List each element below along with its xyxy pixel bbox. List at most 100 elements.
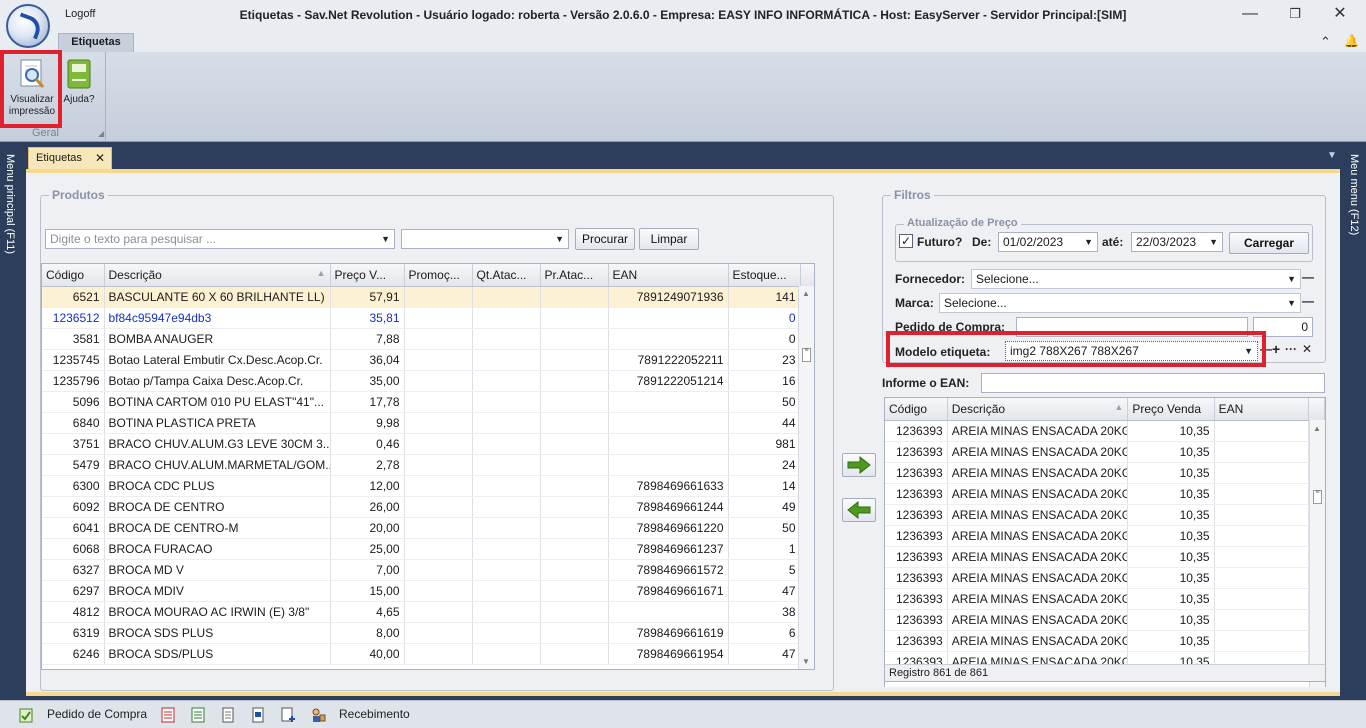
chevron-down-icon[interactable]: ▼ [1209, 235, 1218, 249]
table-row[interactable]: 6041 BROCA DE CENTRO-M 20,00 7898469661220 5… [42, 517, 814, 539]
chevron-down-icon[interactable]: ▼ [1287, 296, 1296, 310]
ean-input[interactable] [981, 373, 1325, 393]
col-promocao[interactable]: Promoç... [404, 264, 473, 287]
add-document-icon[interactable] [280, 707, 296, 723]
add-arrow-button[interactable] [842, 453, 876, 477]
pedido-compra-shortcut[interactable]: Pedido de Compra [47, 707, 147, 723]
table-row[interactable]: 5096 BOTINA CARTOM 010 PU ELAST"41"... 17,… [42, 391, 814, 413]
table-row[interactable]: 6300 BROCA CDC PLUS 12,00 7898469661633 14 [42, 475, 814, 497]
table-row[interactable]: 6840 BOTINA PLASTICA PRETA 9,98 44 [42, 412, 814, 434]
scroll-thumb[interactable]: ≡ [802, 347, 811, 362]
doc-menu-arrow-icon[interactable]: ▼ [1327, 150, 1337, 161]
selecionados-grid[interactable]: Código Descrição ▲ Preço Venda EAN 123639… [884, 397, 1326, 687]
table-row[interactable]: 6327 BROCA MD V 7,00 7898469661572 5 [42, 559, 814, 581]
table-row[interactable]: 1236393 AREIA MINAS ENSACADA 20KG 10,35 [885, 609, 1325, 631]
sel-col-ean[interactable]: EAN [1214, 398, 1309, 421]
marca-select[interactable]: Selecione... ▼ [939, 293, 1301, 313]
chevron-down-icon[interactable]: ▼ [1287, 272, 1296, 286]
report-red-icon[interactable] [160, 707, 176, 723]
table-row[interactable]: 6319 BROCA SDS PLUS 8,00 7898469661619 6 [42, 622, 814, 644]
limpar-button[interactable]: Limpar [639, 228, 699, 250]
futuro-checkbox[interactable]: ✓ [899, 234, 913, 248]
filtros-title: Filtros [891, 188, 934, 202]
fornecedor-clear-icon[interactable]: — [1302, 270, 1314, 284]
chevron-down-icon[interactable]: ▼ [1084, 235, 1093, 249]
menu-principal-panel[interactable]: Menu principal (F11) [0, 142, 22, 700]
recebimento-icon[interactable] [310, 707, 326, 723]
de-date-input[interactable]: 01/02/2023 ▼ [998, 232, 1098, 252]
table-row[interactable]: 1235745 Botao Lateral Embutir Cx.Desc.Aco… [42, 349, 814, 371]
col-descricao[interactable]: Descrição ▲ [104, 264, 331, 287]
table-cell [404, 538, 473, 560]
scroll-up-icon[interactable]: ▲ [802, 289, 810, 298]
table-row[interactable]: 1236393 AREIA MINAS ENSACADA 20KG 10,35 [885, 546, 1325, 568]
table-row[interactable]: 6092 BROCA DE CENTRO 26,00 7898469661244 49 [42, 496, 814, 518]
scroll-up-icon[interactable]: ▲ [1313, 424, 1321, 433]
tab-close-icon[interactable]: ✕ [95, 148, 105, 168]
table-row[interactable]: 1235796 Botao p/Tampa Caixa Desc.Acop.Cr.… [42, 370, 814, 392]
scroll-down-icon[interactable]: ▼ [802, 657, 810, 666]
table-row[interactable]: 1236393 AREIA MINAS ENSACADA 20KG 10,35 [885, 567, 1325, 589]
sel-col-preco[interactable]: Preço Venda [1127, 398, 1215, 421]
table-row[interactable]: 1236393 AREIA MINAS ENSACADA 20KG 10,35 [885, 525, 1325, 547]
remove-arrow-button[interactable] [842, 498, 876, 522]
table-row[interactable]: 6521 BASCULANTE 60 X 60 BRILHANTE LL) 57,9… [42, 286, 814, 308]
table-row[interactable]: 1236393 AREIA MINAS ENSACADA 20KG 10,35 [885, 588, 1325, 610]
table-row[interactable]: 6246 BROCA SDS/PLUS 40,00 7898469661954 47 [42, 643, 814, 665]
col-qt-atacado[interactable]: Qt.Atac... [472, 264, 541, 287]
selecionados-scrollbar[interactable]: ▲ ≡ ▼ [1309, 420, 1325, 687]
pedido-compra-icon[interactable] [18, 707, 34, 723]
sel-col-descricao[interactable]: Descrição ▲ [947, 398, 1129, 421]
carregar-button[interactable]: Carregar [1229, 232, 1309, 254]
col-codigo[interactable]: Código [42, 264, 105, 287]
col-ean[interactable]: EAN [608, 264, 729, 287]
minimize-button[interactable]: — [1236, 4, 1264, 24]
table-row[interactable]: 1236393 AREIA MINAS ENSACADA 20KG 10,35 [885, 483, 1325, 505]
ribbon-collapse-icon[interactable]: ⌃ [1320, 34, 1331, 50]
ate-date-input[interactable]: 22/03/2023 ▼ [1131, 232, 1223, 252]
chevron-down-icon[interactable]: ▼ [555, 232, 564, 246]
recebimento-shortcut[interactable]: Recebimento [339, 707, 410, 723]
col-pr-atacado[interactable]: Pr.Atac... [540, 264, 609, 287]
table-row[interactable]: 6297 BROCA MDIV 15,00 7898469661671 47 [42, 580, 814, 602]
ribbon-tab-etiquetas[interactable]: Etiquetas [58, 33, 134, 52]
tab-etiquetas[interactable]: Etiquetas ✕ [28, 147, 112, 169]
chevron-down-icon[interactable]: ▼ [381, 232, 390, 246]
sel-col-codigo[interactable]: Código [885, 398, 948, 421]
app-logo-icon[interactable] [6, 4, 50, 48]
table-row[interactable]: 3581 BOMBA ANAUGER 7,88 0 [42, 328, 814, 350]
table-row[interactable]: 1236393 AREIA MINAS ENSACADA 20KG 10,35 [885, 504, 1325, 526]
modelo-remove-icon[interactable]: ✕ [1302, 342, 1312, 356]
modelo-more-icon[interactable]: ··· [1285, 342, 1297, 356]
produtos-scrollbar[interactable]: ▲ ≡ ▼ [798, 286, 814, 669]
close-button[interactable]: ✕ [1326, 4, 1354, 24]
table-row[interactable]: 6068 BROCA FURACAO 25,00 7898469661237 1 [42, 538, 814, 560]
search-input[interactable]: Digite o texto para pesquisar ... ▼ [45, 229, 395, 249]
table-row[interactable]: 4812 BROCA MOURAO AC IRWIN (E) 3/8" 4,65 38 [42, 601, 814, 623]
table-row[interactable]: 1236512 bf84c95947e94db3 35,81 0 [42, 307, 814, 329]
table-cell [472, 580, 541, 602]
report-green-icon[interactable] [190, 707, 206, 723]
bell-icon[interactable]: 🔔 [1344, 34, 1359, 48]
marca-clear-icon[interactable]: — [1302, 294, 1314, 308]
document-icon[interactable] [220, 707, 236, 723]
meu-menu-panel[interactable]: Meu menu (F12) [1342, 142, 1366, 700]
produtos-grid[interactable]: Código Descrição ▲ Preço V... Promoç... Q… [41, 263, 815, 670]
col-preco[interactable]: Preço V... [330, 264, 405, 287]
group-expand-icon[interactable]: ◢ [98, 129, 104, 138]
table-row[interactable]: 3751 BRACO CHUV.ALUM.G3 LEVE 30CM 3... 0,4… [42, 433, 814, 455]
table-row[interactable]: 5479 BRACO CHUV.ALUM.MARMETAL/GOM... 2,78 2… [42, 454, 814, 476]
col-estoque[interactable]: Estoque... [728, 264, 801, 287]
table-row[interactable]: 1236393 AREIA MINAS ENSACADA 20KG 10,35 [885, 462, 1325, 484]
table-row[interactable]: 1236393 AREIA MINAS ENSACADA 20KG 10,35 [885, 420, 1325, 442]
fornecedor-select[interactable]: Selecione... ▼ [971, 269, 1301, 289]
search-field-select[interactable]: ▼ [401, 229, 569, 249]
table-row[interactable]: 1236393 AREIA MINAS ENSACADA 20KG 10,35 [885, 441, 1325, 463]
modelo-add-icon[interactable]: + [1272, 341, 1280, 357]
scroll-thumb[interactable]: ≡ [1313, 489, 1322, 504]
table-cell: 7,00 [330, 559, 405, 581]
invoice-icon[interactable] [250, 707, 266, 723]
procurar-button[interactable]: Procurar [575, 228, 635, 250]
table-row[interactable]: 1236393 AREIA MINAS ENSACADA 20KG 10,35 [885, 630, 1325, 652]
restore-button[interactable]: ❐ [1281, 4, 1309, 24]
